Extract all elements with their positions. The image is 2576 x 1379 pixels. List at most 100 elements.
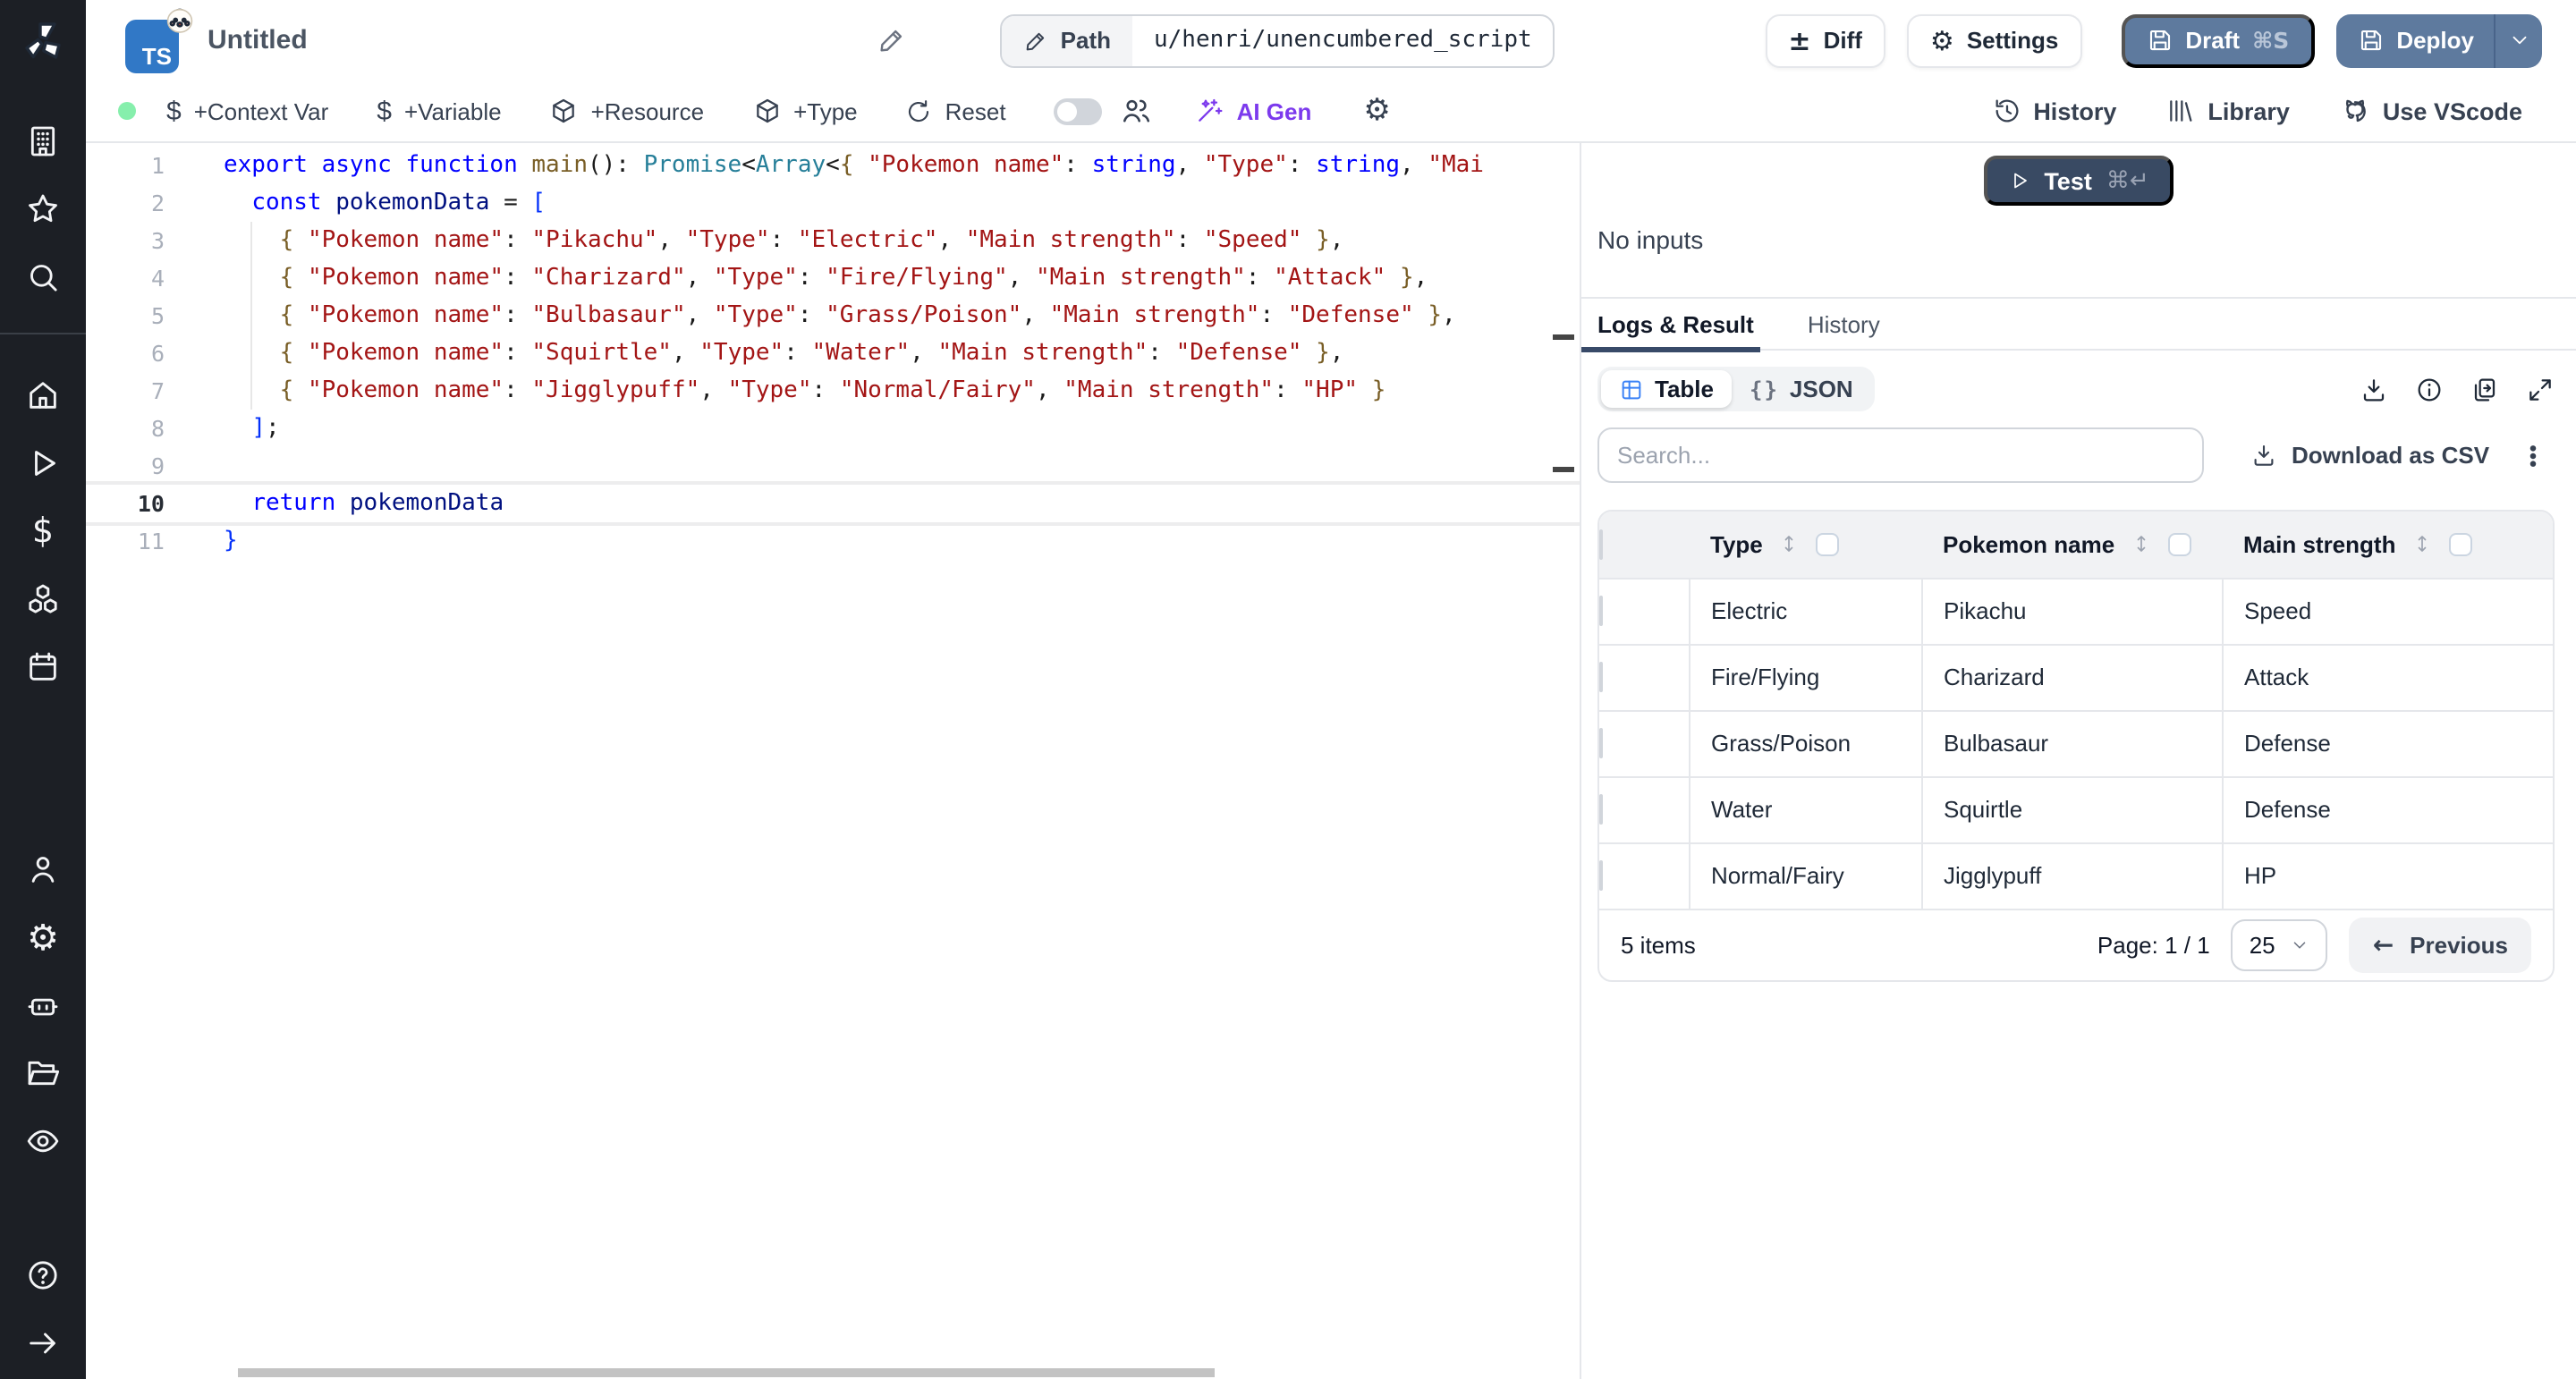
view-toggle: Table {} JSON bbox=[1597, 367, 1875, 411]
gear-icon: ⚙ bbox=[1930, 24, 1954, 56]
no-inputs-label: No inputs bbox=[1581, 225, 2576, 297]
variables-dollar-icon[interactable]: $ bbox=[0, 510, 86, 553]
add-resource-button[interactable]: +Resource bbox=[550, 97, 704, 125]
result-table-container: Type Pokemon name Ma bbox=[1597, 510, 2555, 982]
code-line[interactable]: 5 { "Pokemon name": "Bulbasaur", "Type":… bbox=[86, 297, 1580, 334]
save-icon bbox=[2146, 27, 2173, 54]
deploy-dropdown-button[interactable] bbox=[2496, 13, 2542, 67]
resources-cubes-icon[interactable] bbox=[0, 578, 86, 621]
code-line[interactable]: 8 ]; bbox=[86, 410, 1580, 447]
view-table-button[interactable]: Table bbox=[1601, 370, 1732, 408]
eye-icon[interactable] bbox=[0, 1120, 86, 1163]
star-icon[interactable] bbox=[0, 188, 86, 231]
ai-gen-button[interactable]: AI Gen bbox=[1196, 97, 1312, 125]
code-line[interactable]: 1export async function main(): Promise<A… bbox=[86, 147, 1580, 184]
info-icon[interactable] bbox=[2415, 375, 2444, 403]
horizontal-scrollbar[interactable] bbox=[238, 1368, 1215, 1377]
column-filter-box[interactable] bbox=[2168, 533, 2191, 556]
view-json-button[interactable]: {} JSON bbox=[1732, 370, 1871, 408]
code-line[interactable]: 3 { "Pokemon name": "Pikachu", "Type": "… bbox=[86, 222, 1580, 259]
add-type-button[interactable]: +Type bbox=[752, 97, 858, 125]
building-icon[interactable] bbox=[0, 120, 86, 163]
mascot-emoji-icon bbox=[163, 1, 197, 44]
settings-gear-icon[interactable]: ⚙ bbox=[0, 916, 86, 959]
previous-page-button[interactable]: ← Previous bbox=[2350, 918, 2531, 973]
history-button[interactable]: History bbox=[1992, 97, 2116, 125]
sort-icon[interactable] bbox=[2411, 532, 2433, 557]
code-line[interactable]: 9 bbox=[86, 447, 1580, 485]
line-number: 9 bbox=[86, 447, 165, 485]
table-cell: Jigglypuff bbox=[1921, 842, 2222, 909]
code-line[interactable]: 4 { "Pokemon name": "Charizard", "Type":… bbox=[86, 259, 1580, 297]
code-text: ]; bbox=[224, 410, 280, 447]
tab-history[interactable]: History bbox=[1808, 310, 1880, 337]
schedules-calendar-icon[interactable] bbox=[0, 646, 86, 689]
sidebar-divider bbox=[0, 333, 86, 334]
search-input[interactable] bbox=[1597, 427, 2204, 483]
multiplayer-users-icon[interactable] bbox=[1121, 95, 1153, 127]
arrow-left-icon: ← bbox=[2373, 931, 2394, 960]
windmill-logo[interactable] bbox=[0, 0, 86, 80]
edit-summary-pencil-icon[interactable] bbox=[877, 25, 907, 55]
download-csv-button[interactable]: Download as CSV bbox=[2250, 442, 2489, 469]
draft-button[interactable]: Draft ⌘S bbox=[2121, 13, 2314, 67]
magic-wand-icon bbox=[1196, 97, 1224, 125]
chevron-down-icon bbox=[2291, 935, 2310, 955]
runs-play-icon[interactable] bbox=[0, 442, 86, 485]
path-value[interactable]: u/henri/unencumbered_script bbox=[1132, 15, 1554, 65]
robot-icon[interactable] bbox=[0, 984, 86, 1027]
diff-button[interactable]: ± Diff bbox=[1765, 13, 1885, 67]
code-line[interactable]: 2 const pokemonData = [ bbox=[86, 184, 1580, 222]
add-context-var-button[interactable]: $ +Context Var bbox=[166, 96, 328, 126]
user-icon[interactable] bbox=[0, 848, 86, 891]
table-controls: Download as CSV bbox=[1581, 411, 2576, 483]
row-checkbox[interactable] bbox=[1599, 662, 1603, 692]
deploy-button[interactable]: Deploy bbox=[2335, 13, 2494, 67]
row-checkbox[interactable] bbox=[1599, 728, 1603, 758]
settings-button[interactable]: ⚙ Settings bbox=[1907, 13, 2082, 67]
code-line[interactable]: 10 return pokemonData bbox=[86, 485, 1580, 522]
test-button[interactable]: Test ⌘↵ bbox=[1983, 156, 2174, 206]
pagination: Page: 1 / 1 25 ← Previous bbox=[2097, 918, 2531, 973]
home-icon[interactable] bbox=[0, 374, 86, 417]
assistant-toggle[interactable] bbox=[1055, 97, 1103, 124]
column-filter-box[interactable] bbox=[1817, 533, 1840, 556]
code-line[interactable]: 11} bbox=[86, 522, 1580, 560]
code-line[interactable]: 7 { "Pokemon name": "Jigglypuff", "Type"… bbox=[86, 372, 1580, 410]
download-result-icon[interactable] bbox=[2360, 375, 2388, 403]
sort-icon[interactable] bbox=[2131, 532, 2152, 557]
code-line[interactable]: 6 { "Pokemon name": "Squirtle", "Type": … bbox=[86, 334, 1580, 372]
add-variable-button[interactable]: $ +Variable bbox=[377, 96, 501, 126]
code-editor[interactable]: 1export async function main(): Promise<A… bbox=[86, 143, 1580, 560]
app-sidebar: $ ⚙ bbox=[0, 0, 86, 1379]
tab-logs-result[interactable]: Logs & Result bbox=[1597, 310, 1754, 337]
result-toolbar: Table {} JSON bbox=[1581, 351, 2576, 411]
page-size-select[interactable]: 25 bbox=[2232, 919, 2328, 971]
main-area: TS Untitled Path bbox=[86, 0, 2576, 1379]
help-icon[interactable] bbox=[0, 1254, 86, 1297]
test-shortcut: ⌘↵ bbox=[2106, 167, 2149, 194]
row-checkbox[interactable] bbox=[1599, 596, 1603, 626]
library-button[interactable]: Library bbox=[2166, 97, 2290, 125]
code-editor-pane: 1export async function main(): Promise<A… bbox=[86, 143, 1580, 1379]
use-vscode-button[interactable]: Use VScode bbox=[2340, 96, 2522, 126]
editor-toolbar: $ +Context Var $ +Variable +Resource +Ty… bbox=[86, 80, 2576, 143]
path-field[interactable]: Path u/henri/unencumbered_script bbox=[1000, 13, 1555, 67]
sort-icon[interactable] bbox=[1779, 532, 1801, 557]
content-split: 1export async function main(): Promise<A… bbox=[86, 143, 2576, 1379]
column-filter-box[interactable] bbox=[2449, 533, 2472, 556]
reset-button[interactable]: Reset bbox=[906, 97, 1006, 124]
plus-minus-icon: ± bbox=[1788, 24, 1810, 56]
expand-icon[interactable] bbox=[2526, 375, 2555, 403]
row-checkbox[interactable] bbox=[1599, 861, 1603, 892]
row-checkbox[interactable] bbox=[1599, 794, 1603, 825]
more-options-kebab-icon[interactable] bbox=[2519, 441, 2547, 470]
play-icon bbox=[2008, 170, 2029, 191]
editor-settings-gear-icon[interactable]: ⚙ bbox=[1363, 93, 1391, 129]
copy-clipboard-icon[interactable] bbox=[2470, 375, 2499, 403]
search-icon[interactable] bbox=[0, 256, 86, 299]
folder-open-icon[interactable] bbox=[0, 1052, 86, 1095]
overview-ruler-mark bbox=[1553, 334, 1574, 340]
collapse-arrow-icon[interactable] bbox=[0, 1322, 86, 1365]
select-all-checkbox[interactable] bbox=[1599, 529, 1603, 560]
